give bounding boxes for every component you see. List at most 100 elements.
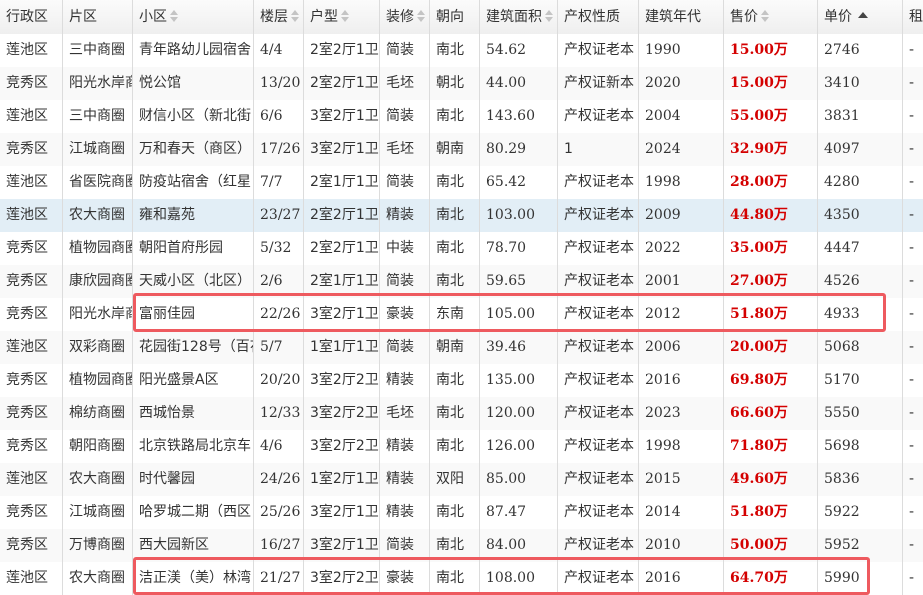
- cell-layout: 2室2厅1卫: [304, 232, 380, 265]
- cell-rent: -: [903, 496, 923, 529]
- cell-size: 120.00: [480, 397, 558, 430]
- cell-price: 44.80万: [724, 199, 818, 232]
- table-row[interactable]: 竞秀区 植物园商圈 朝阳首府彤园 5/32 2室2厅1卫 中装 南北 78.70 产权证老本 20…: [0, 232, 923, 266]
- table-row[interactable]: 莲池区 三中商圈 财信小区（新北街 6/6 3室2厅1卫 简装 南北 143.60 产权证老本 2…: [0, 100, 923, 134]
- sort-arrows-icon[interactable]: [170, 10, 178, 22]
- cell-price: 55.00万: [724, 100, 818, 133]
- cell-community: 天威小区（北区）: [133, 265, 254, 298]
- column-header-label: 产权性质: [564, 9, 620, 25]
- sort-arrows-icon[interactable]: [341, 10, 349, 22]
- table-row[interactable]: 竞秀区 阳光水岸商 富丽佳园 22/26 3室2厅1卫 豪装 东南 105.00 产权证老本 20…: [0, 298, 923, 332]
- cell-community: 万和春天（商区）: [133, 133, 254, 166]
- column-header-size[interactable]: 建筑面积: [480, 0, 558, 34]
- cell-size: 135.00: [480, 364, 558, 397]
- cell-price: 51.80万: [724, 298, 818, 331]
- cell-community: 西大园新区: [133, 529, 254, 562]
- cell-unit-price: 5990: [818, 562, 903, 595]
- cell-layout: 1室2厅1卫: [304, 463, 380, 496]
- cell-price: 28.00万: [724, 166, 818, 199]
- cell-price: 50.00万: [724, 529, 818, 562]
- column-header-unit-price[interactable]: 单价: [818, 0, 903, 34]
- column-header-year[interactable]: 建筑年代: [639, 0, 724, 34]
- column-header-rent[interactable]: 租: [903, 0, 923, 34]
- cell-ownership: 产权证老本: [558, 562, 639, 595]
- cell-community: 富丽佳园: [133, 298, 254, 331]
- table-row[interactable]: 莲池区 农大商圈 雍和嘉苑 23/27 2室2厅1卫 精装 南北 103.00 产权证老本 200…: [0, 199, 923, 233]
- table-row[interactable]: 竞秀区 植物园商圈 阳光盛景A区 20/20 3室2厅2卫 精装 南北 135.00 产权证老本…: [0, 364, 923, 398]
- cell-year: 2016: [639, 364, 724, 397]
- table-row[interactable]: 竞秀区 江城商圈 万和春天（商区） 17/26 3室2厅1卫 毛坯 朝南 80.29 1 2024…: [0, 133, 923, 167]
- table-row[interactable]: 莲池区 省医院商圈 防疫站宿舍（红星 7/7 2室1厅1卫 简装 南北 65.42 产权证老本 1…: [0, 166, 923, 200]
- cell-area: 省医院商圈: [63, 166, 133, 199]
- cell-decoration: 简装: [380, 166, 430, 199]
- column-header-orientation[interactable]: 朝向: [430, 0, 480, 34]
- cell-floor: 7/7: [254, 166, 304, 199]
- cell-area: 康欣园商圈: [63, 265, 133, 298]
- table-row[interactable]: 莲池区 三中商圈 青年路幼儿园宿舍 4/4 2室2厅1卫 简装 南北 54.62 产权证老本 19…: [0, 34, 923, 68]
- cell-community: 西城怡景: [133, 397, 254, 430]
- table-row[interactable]: 莲池区 农大商圈 时代馨园 24/26 1室2厅1卫 精装 双阳 85.00 产权证老本 2015…: [0, 463, 923, 497]
- cell-size: 126.00: [480, 430, 558, 463]
- cell-area: 阳光水岸商: [63, 67, 133, 100]
- table-row[interactable]: 竞秀区 阳光水岸商 悦公馆 13/20 2室2厅1卫 毛坯 朝北 44.00 产权证新本 2020…: [0, 67, 923, 101]
- cell-area: 朝阳商圈: [63, 430, 133, 463]
- sort-arrows-icon[interactable]: [761, 10, 769, 22]
- cell-orientation: 南北: [430, 232, 480, 265]
- cell-layout: 2室1厅1卫: [304, 166, 380, 199]
- table-row[interactable]: 莲池区 双彩商圈 花园街128号（百花 5/7 1室1厅1卫 简装 朝南 39.46 产权证老本…: [0, 331, 923, 365]
- column-header-area[interactable]: 片区: [63, 0, 133, 34]
- table-row[interactable]: 莲池区 农大商圈 洁正渼（美）林湾 21/27 3室2厅2卫 豪装 南北 108.00 产权证老…: [0, 562, 923, 595]
- cell-orientation: 南北: [430, 430, 480, 463]
- cell-district: 竞秀区: [0, 67, 63, 100]
- cell-community: 北京铁路局北京车: [133, 430, 254, 463]
- cell-orientation: 南北: [430, 496, 480, 529]
- sort-arrows-icon[interactable]: [291, 10, 299, 22]
- column-header-price[interactable]: 售价: [724, 0, 818, 34]
- cell-rent: -: [903, 364, 923, 397]
- cell-price: 66.60万: [724, 397, 818, 430]
- sort-arrows-icon[interactable]: [545, 10, 553, 22]
- cell-district: 竞秀区: [0, 529, 63, 562]
- cell-layout: 2室2厅1卫: [304, 67, 380, 100]
- column-header-decoration[interactable]: 装修: [380, 0, 430, 34]
- cell-ownership: 产权证老本: [558, 529, 639, 562]
- cell-rent: -: [903, 34, 923, 67]
- cell-unit-price: 5922: [818, 496, 903, 529]
- table-row[interactable]: 竞秀区 康欣园商圈 天威小区（北区） 2/6 2室1厅1卫 简装 南北 59.65 产权证老本 2…: [0, 265, 923, 299]
- column-header-community[interactable]: 小区: [133, 0, 254, 34]
- cell-decoration: 毛坯: [380, 397, 430, 430]
- cell-unit-price: 4097: [818, 133, 903, 166]
- sort-ascending-icon[interactable]: [858, 12, 868, 18]
- cell-orientation: 南北: [430, 166, 480, 199]
- cell-unit-price: 5170: [818, 364, 903, 397]
- cell-size: 87.47: [480, 496, 558, 529]
- column-header-ownership[interactable]: 产权性质: [558, 0, 639, 34]
- table-row[interactable]: 竞秀区 棉纺商圈 西城怡景 12/33 3室2厅2卫 毛坯 南北 120.00 产权证老本 202…: [0, 397, 923, 431]
- cell-decoration: 毛坯: [380, 67, 430, 100]
- table-row[interactable]: 竞秀区 江城商圈 哈罗城二期（西区 25/26 3室2厅1卫 精装 南北 87.47 产权证老本…: [0, 496, 923, 530]
- cell-decoration: 简装: [380, 529, 430, 562]
- cell-floor: 23/27: [254, 199, 304, 232]
- cell-layout: 2室1厅1卫: [304, 265, 380, 298]
- cell-unit-price: 4526: [818, 265, 903, 298]
- cell-price: 71.80万: [724, 430, 818, 463]
- cell-floor: 5/32: [254, 232, 304, 265]
- table-row[interactable]: 竞秀区 朝阳商圈 北京铁路局北京车 4/6 3室2厅2卫 精装 南北 126.00 产权证老本 1…: [0, 430, 923, 464]
- cell-unit-price: 5836: [818, 463, 903, 496]
- column-header-district[interactable]: 行政区: [0, 0, 63, 34]
- column-header-floor[interactable]: 楼层: [254, 0, 304, 34]
- column-header-layout[interactable]: 户型: [304, 0, 380, 34]
- cell-year: 2006: [639, 331, 724, 364]
- cell-year: 2016: [639, 562, 724, 595]
- cell-rent: -: [903, 232, 923, 265]
- cell-orientation: 南北: [430, 199, 480, 232]
- cell-district: 竞秀区: [0, 232, 63, 265]
- cell-decoration: 豪装: [380, 298, 430, 331]
- cell-floor: 12/33: [254, 397, 304, 430]
- table-row[interactable]: 竞秀区 万博商圈 西大园新区 16/27 3室2厅1卫 简装 南北 84.00 产权证老本 201…: [0, 529, 923, 563]
- cell-layout: 2室2厅1卫: [304, 199, 380, 232]
- cell-area: 农大商圈: [63, 562, 133, 595]
- cell-size: 85.00: [480, 463, 558, 496]
- sort-arrows-icon[interactable]: [417, 10, 425, 22]
- column-header-label: 售价: [730, 9, 758, 25]
